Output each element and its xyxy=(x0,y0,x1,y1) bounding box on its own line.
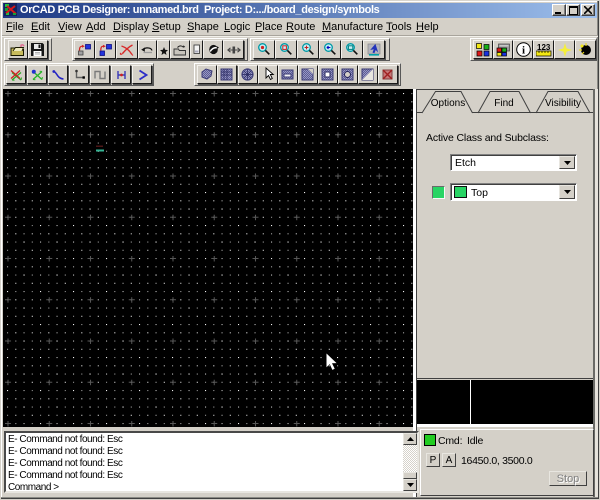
svg-text:Visibility: Visibility xyxy=(545,98,581,109)
svg-text:Find: Find xyxy=(494,98,513,109)
svg-text:Options: Options xyxy=(431,98,465,109)
svg-text:i: i xyxy=(521,45,524,57)
